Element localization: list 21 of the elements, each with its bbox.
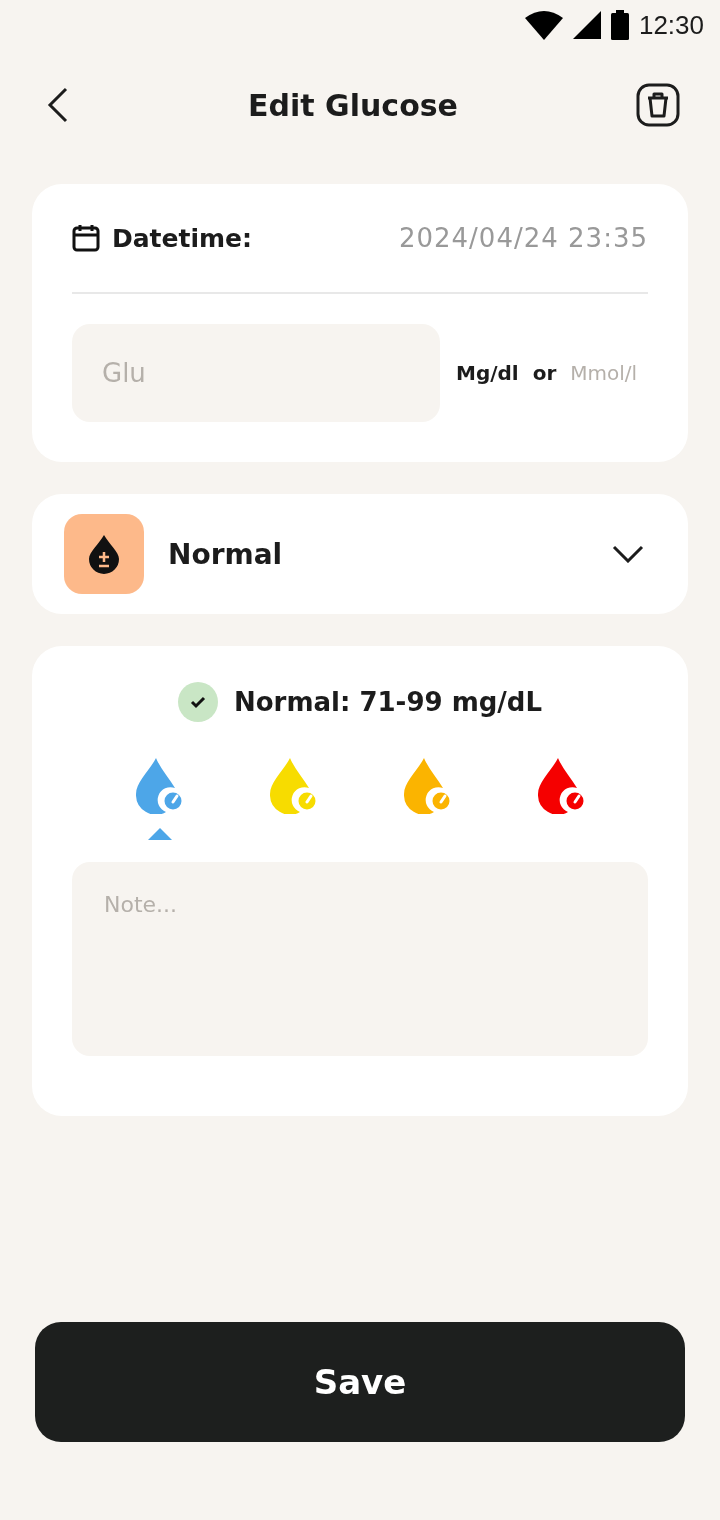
condition-dropdown[interactable]: Normal [32, 494, 688, 614]
status-time: 12:30 [638, 9, 704, 41]
chevron-down-icon [612, 545, 644, 563]
glucose-input[interactable]: Glu [72, 324, 440, 422]
battery-icon [610, 10, 629, 40]
note-field[interactable]: Note... [72, 862, 648, 1056]
check-icon [178, 682, 218, 722]
selection-pointer-icon [148, 828, 172, 840]
unit-separator: or [532, 361, 557, 385]
delete-button[interactable] [636, 83, 680, 127]
page-title: Edit Glucose [248, 87, 458, 123]
condition-label: Normal [168, 537, 284, 571]
drop-badge-icon [64, 514, 144, 594]
datetime-label: Datetime: [112, 223, 253, 253]
unit-option[interactable]: Mg/dl [456, 361, 519, 385]
back-button[interactable] [46, 87, 70, 123]
wifi-icon [524, 10, 563, 40]
range-text: Normal: 71-99 mg/dL [234, 687, 542, 717]
signal-icon [572, 11, 601, 39]
save-button[interactable]: Save [35, 1322, 685, 1442]
calendar-icon [72, 224, 100, 252]
